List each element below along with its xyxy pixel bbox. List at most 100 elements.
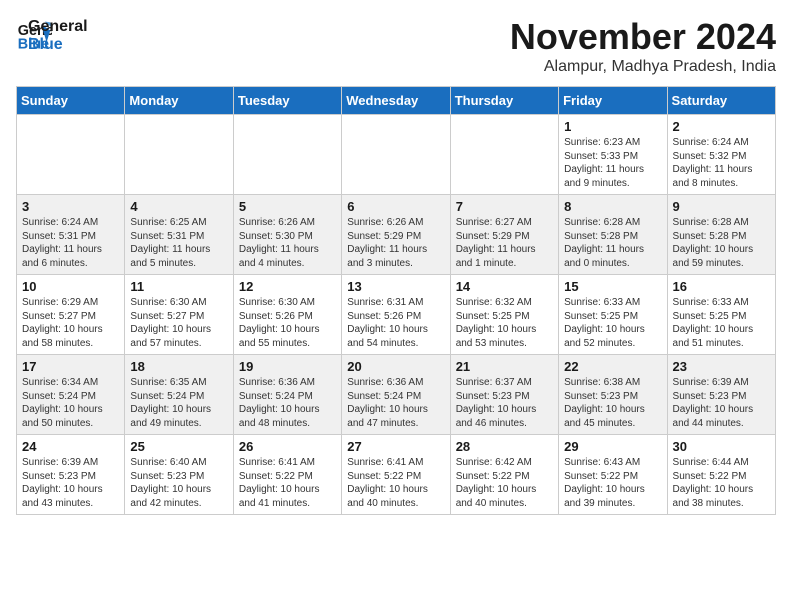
day-cell: 30 Sunrise: 6:44 AM Sunset: 5:22 PM Dayli… <box>667 435 775 515</box>
day-cell: 17 Sunrise: 6:34 AM Sunset: 5:24 PM Dayli… <box>17 355 125 435</box>
header-cell-tuesday: Tuesday <box>233 87 341 115</box>
day-info: Sunrise: 6:25 AM Sunset: 5:31 PM Dayligh… <box>130 216 227 270</box>
week-row-2: 10Sunrise: 6:29 AM Sunset: 5:27 PM Dayli… <box>17 275 776 355</box>
week-row-0: 1 Sunrise: 6:23 AM Sunset: 5:33 PM Daylig… <box>17 115 776 195</box>
day-number: 16 <box>673 279 770 294</box>
day-number: 29 <box>564 439 661 454</box>
day-cell: 13 Sunrise: 6:31 AM Sunset: 5:26 PM Dayli… <box>342 275 450 355</box>
header-cell-friday: Friday <box>559 87 667 115</box>
day-number: 21 <box>456 359 553 374</box>
day-cell: 4 Sunrise: 6:25 AM Sunset: 5:31 PM Daylig… <box>125 195 233 275</box>
day-number: 8 <box>564 199 661 214</box>
day-number: 6 <box>347 199 444 214</box>
logo: General Blue General Blue <box>16 16 88 54</box>
day-cell: 25 Sunrise: 6:40 AM Sunset: 5:23 PM Dayli… <box>125 435 233 515</box>
day-number: 1 <box>564 119 661 134</box>
day-number: 27 <box>347 439 444 454</box>
day-cell: 27 Sunrise: 6:41 AM Sunset: 5:22 PM Dayli… <box>342 435 450 515</box>
day-cell: 1 Sunrise: 6:23 AM Sunset: 5:33 PM Daylig… <box>559 115 667 195</box>
day-number: 5 <box>239 199 336 214</box>
calendar-table: SundayMondayTuesdayWednesdayThursdayFrid… <box>16 86 776 515</box>
day-cell: 19Sunrise: 6:36 AM Sunset: 5:24 PM Dayli… <box>233 355 341 435</box>
logo-line2: Blue <box>28 36 88 54</box>
day-cell: 8 Sunrise: 6:28 AM Sunset: 5:28 PM Daylig… <box>559 195 667 275</box>
day-info: Sunrise: 6:30 AM Sunset: 5:27 PM Dayligh… <box>130 296 227 350</box>
day-info: Sunrise: 6:29 AM Sunset: 5:27 PM Dayligh… <box>22 296 119 350</box>
day-cell: 24 Sunrise: 6:39 AM Sunset: 5:23 PM Dayli… <box>17 435 125 515</box>
day-cell <box>342 115 450 195</box>
header-cell-sunday: Sunday <box>17 87 125 115</box>
day-number: 12 <box>239 279 336 294</box>
day-info: Sunrise: 6:26 AM Sunset: 5:30 PM Dayligh… <box>239 216 336 270</box>
header-cell-saturday: Saturday <box>667 87 775 115</box>
day-info: Sunrise: 6:42 AM Sunset: 5:22 PM Dayligh… <box>456 456 553 510</box>
day-info: Sunrise: 6:27 AM Sunset: 5:29 PM Dayligh… <box>456 216 553 270</box>
day-cell: 7Sunrise: 6:27 AM Sunset: 5:29 PM Daylig… <box>450 195 558 275</box>
day-info: Sunrise: 6:41 AM Sunset: 5:22 PM Dayligh… <box>347 456 444 510</box>
day-number: 19 <box>239 359 336 374</box>
day-number: 30 <box>673 439 770 454</box>
day-info: Sunrise: 6:39 AM Sunset: 5:23 PM Dayligh… <box>673 376 770 430</box>
day-info: Sunrise: 6:39 AM Sunset: 5:23 PM Dayligh… <box>22 456 119 510</box>
day-cell: 3Sunrise: 6:24 AM Sunset: 5:31 PM Daylig… <box>17 195 125 275</box>
day-number: 23 <box>673 359 770 374</box>
title-area: November 2024 Alampur, Madhya Pradesh, I… <box>510 16 776 76</box>
day-info: Sunrise: 6:41 AM Sunset: 5:22 PM Dayligh… <box>239 456 336 510</box>
day-cell: 23 Sunrise: 6:39 AM Sunset: 5:23 PM Dayli… <box>667 355 775 435</box>
day-cell <box>233 115 341 195</box>
day-cell: 22Sunrise: 6:38 AM Sunset: 5:23 PM Dayli… <box>559 355 667 435</box>
day-number: 11 <box>130 279 227 294</box>
day-number: 20 <box>347 359 444 374</box>
day-number: 26 <box>239 439 336 454</box>
day-cell: 14Sunrise: 6:32 AM Sunset: 5:25 PM Dayli… <box>450 275 558 355</box>
day-cell: 26 Sunrise: 6:41 AM Sunset: 5:22 PM Dayli… <box>233 435 341 515</box>
day-info: Sunrise: 6:35 AM Sunset: 5:24 PM Dayligh… <box>130 376 227 430</box>
calendar-header-row: SundayMondayTuesdayWednesdayThursdayFrid… <box>17 87 776 115</box>
day-info: Sunrise: 6:31 AM Sunset: 5:26 PM Dayligh… <box>347 296 444 350</box>
day-info: Sunrise: 6:44 AM Sunset: 5:22 PM Dayligh… <box>673 456 770 510</box>
day-number: 4 <box>130 199 227 214</box>
day-cell: 29 Sunrise: 6:43 AM Sunset: 5:22 PM Dayli… <box>559 435 667 515</box>
day-info: Sunrise: 6:23 AM Sunset: 5:33 PM Dayligh… <box>564 136 661 190</box>
month-title: November 2024 <box>510 16 776 58</box>
day-number: 25 <box>130 439 227 454</box>
day-number: 17 <box>22 359 119 374</box>
header-cell-thursday: Thursday <box>450 87 558 115</box>
day-info: Sunrise: 6:37 AM Sunset: 5:23 PM Dayligh… <box>456 376 553 430</box>
day-cell: 16 Sunrise: 6:33 AM Sunset: 5:25 PM Dayli… <box>667 275 775 355</box>
day-cell: 18 Sunrise: 6:35 AM Sunset: 5:24 PM Dayli… <box>125 355 233 435</box>
day-info: Sunrise: 6:30 AM Sunset: 5:26 PM Dayligh… <box>239 296 336 350</box>
day-number: 28 <box>456 439 553 454</box>
day-number: 18 <box>130 359 227 374</box>
day-cell: 28 Sunrise: 6:42 AM Sunset: 5:22 PM Dayli… <box>450 435 558 515</box>
calendar-body: 1 Sunrise: 6:23 AM Sunset: 5:33 PM Daylig… <box>17 115 776 515</box>
day-number: 24 <box>22 439 119 454</box>
day-info: Sunrise: 6:26 AM Sunset: 5:29 PM Dayligh… <box>347 216 444 270</box>
logo-line1: General <box>28 18 88 36</box>
day-cell: 2Sunrise: 6:24 AM Sunset: 5:32 PM Daylig… <box>667 115 775 195</box>
day-cell <box>17 115 125 195</box>
day-info: Sunrise: 6:34 AM Sunset: 5:24 PM Dayligh… <box>22 376 119 430</box>
day-info: Sunrise: 6:38 AM Sunset: 5:23 PM Dayligh… <box>564 376 661 430</box>
header-cell-wednesday: Wednesday <box>342 87 450 115</box>
day-info: Sunrise: 6:24 AM Sunset: 5:31 PM Dayligh… <box>22 216 119 270</box>
day-number: 13 <box>347 279 444 294</box>
day-info: Sunrise: 6:40 AM Sunset: 5:23 PM Dayligh… <box>130 456 227 510</box>
day-info: Sunrise: 6:33 AM Sunset: 5:25 PM Dayligh… <box>564 296 661 350</box>
day-cell: 11 Sunrise: 6:30 AM Sunset: 5:27 PM Dayli… <box>125 275 233 355</box>
day-info: Sunrise: 6:36 AM Sunset: 5:24 PM Dayligh… <box>347 376 444 430</box>
day-info: Sunrise: 6:28 AM Sunset: 5:28 PM Dayligh… <box>564 216 661 270</box>
day-info: Sunrise: 6:43 AM Sunset: 5:22 PM Dayligh… <box>564 456 661 510</box>
day-info: Sunrise: 6:33 AM Sunset: 5:25 PM Dayligh… <box>673 296 770 350</box>
day-cell: 5 Sunrise: 6:26 AM Sunset: 5:30 PM Daylig… <box>233 195 341 275</box>
week-row-4: 24 Sunrise: 6:39 AM Sunset: 5:23 PM Dayli… <box>17 435 776 515</box>
day-cell: 20 Sunrise: 6:36 AM Sunset: 5:24 PM Dayli… <box>342 355 450 435</box>
day-cell: 10Sunrise: 6:29 AM Sunset: 5:27 PM Dayli… <box>17 275 125 355</box>
day-cell <box>450 115 558 195</box>
day-cell <box>125 115 233 195</box>
day-number: 14 <box>456 279 553 294</box>
week-row-3: 17 Sunrise: 6:34 AM Sunset: 5:24 PM Dayli… <box>17 355 776 435</box>
week-row-1: 3Sunrise: 6:24 AM Sunset: 5:31 PM Daylig… <box>17 195 776 275</box>
day-cell: 9Sunrise: 6:28 AM Sunset: 5:28 PM Daylig… <box>667 195 775 275</box>
day-cell: 6 Sunrise: 6:26 AM Sunset: 5:29 PM Daylig… <box>342 195 450 275</box>
